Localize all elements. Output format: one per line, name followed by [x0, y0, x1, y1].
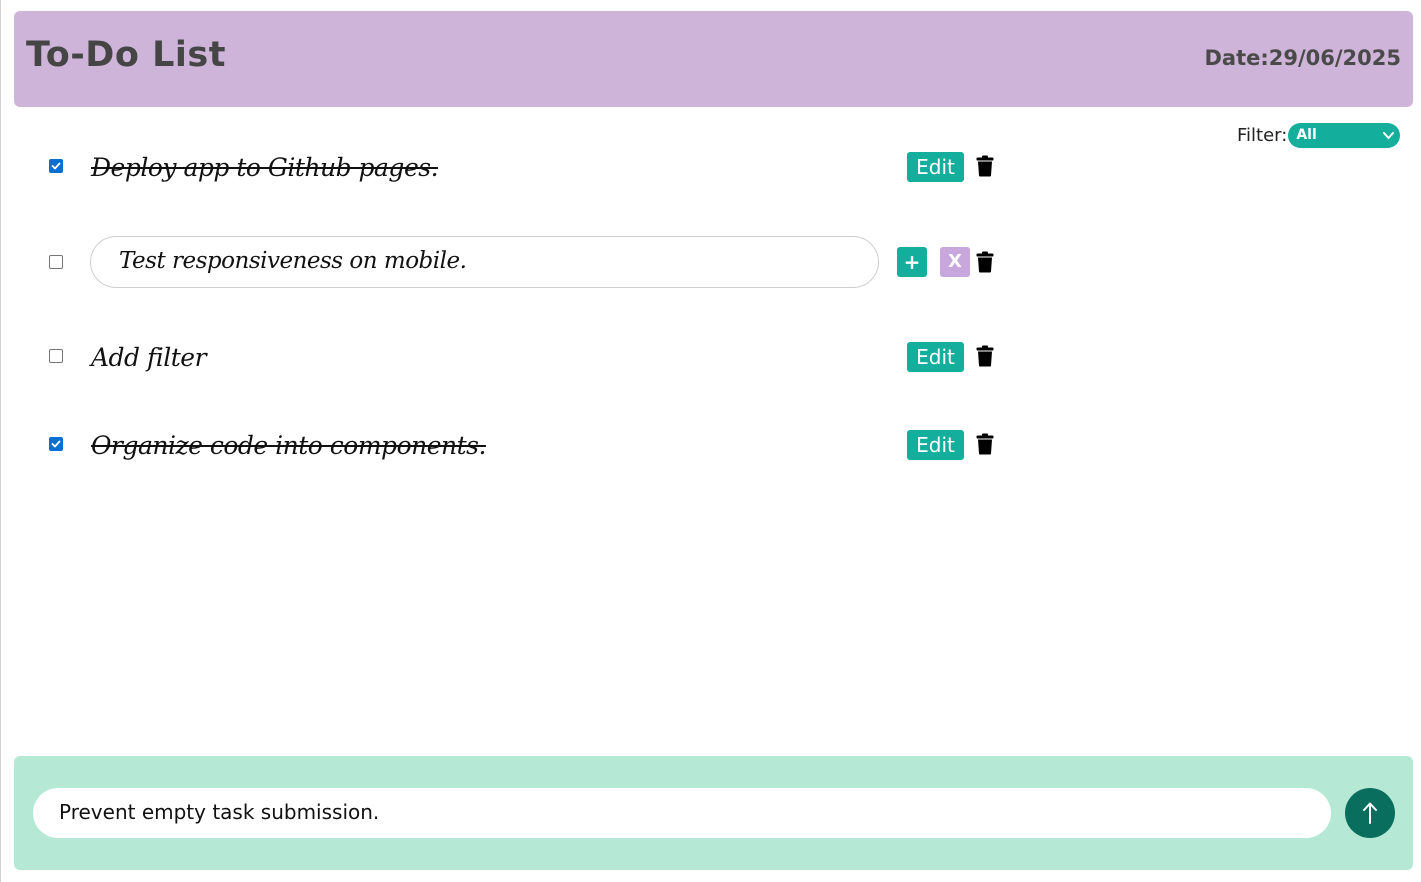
arrow-up-icon	[1363, 802, 1377, 824]
chevron-down-icon	[1383, 132, 1395, 139]
app-title: To-Do List	[26, 35, 226, 75]
filter-select[interactable]: All	[1288, 123, 1401, 148]
task-checkbox[interactable]	[49, 437, 63, 451]
check-icon	[51, 440, 61, 448]
submit-task-button[interactable]	[1345, 788, 1395, 838]
cancel-edit-button[interactable]: X	[940, 247, 970, 277]
task-item: Organize code into components. Edit	[1, 420, 1001, 470]
trash-icon[interactable]	[976, 251, 994, 273]
task-item-editing: Test responsiveness on mobile. + X	[1, 236, 1001, 288]
date-display: Date:29/06/2025	[1204, 46, 1401, 70]
edit-button[interactable]: Edit	[907, 430, 964, 460]
task-composer: Prevent empty task submission.	[14, 756, 1413, 870]
task-item: Add filter Edit	[1, 332, 1001, 382]
task-item: Deploy app to Github pages. Edit	[1, 142, 1001, 192]
check-icon	[51, 162, 61, 170]
filter-control: Filter: All	[1237, 123, 1401, 148]
task-checkbox[interactable]	[49, 159, 63, 173]
task-checkbox[interactable]	[49, 349, 63, 363]
trash-icon[interactable]	[976, 345, 994, 367]
app-header: To-Do List Date:29/06/2025	[14, 11, 1413, 107]
task-edit-input[interactable]: Test responsiveness on mobile.	[90, 236, 879, 288]
new-task-input[interactable]: Prevent empty task submission.	[33, 788, 1331, 838]
trash-icon[interactable]	[976, 433, 994, 455]
filter-label: Filter:	[1237, 125, 1288, 146]
task-text: Deploy app to Github pages.	[91, 153, 439, 182]
edit-button[interactable]: Edit	[907, 342, 964, 372]
task-checkbox[interactable]	[49, 255, 63, 269]
save-edit-button[interactable]: +	[897, 247, 927, 277]
task-text: Add filter	[91, 343, 207, 372]
new-task-value: Prevent empty task submission.	[59, 800, 380, 824]
filter-selected-value: All	[1296, 127, 1317, 143]
trash-icon[interactable]	[976, 155, 994, 177]
edit-button[interactable]: Edit	[907, 152, 964, 182]
task-edit-value: Test responsiveness on mobile.	[119, 248, 467, 274]
task-text: Organize code into components.	[91, 431, 486, 460]
